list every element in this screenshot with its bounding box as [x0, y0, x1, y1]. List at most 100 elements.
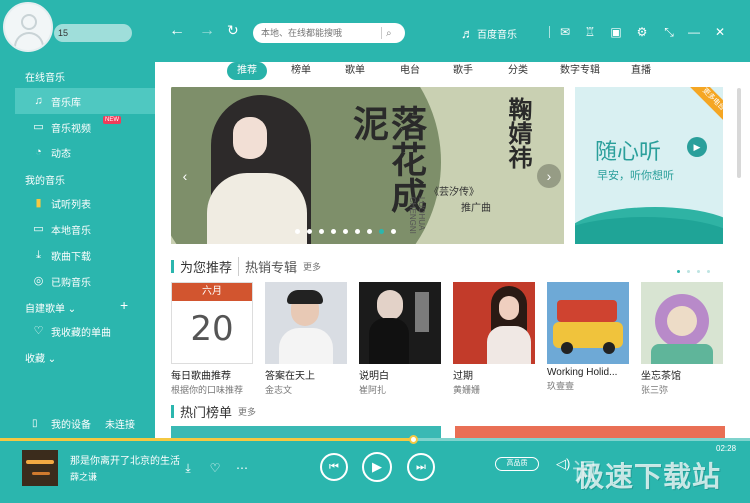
search-icon[interactable]: ⌕	[386, 28, 392, 39]
carousel-dot[interactable]	[391, 229, 396, 234]
more-icon[interactable]: ⋯	[234, 461, 250, 475]
sidebar-item-music-library[interactable]: ♫ 音乐库	[15, 88, 155, 114]
forward-button[interactable]: →	[199, 22, 215, 40]
more-link[interactable]: 更多	[238, 405, 256, 418]
progress-fill	[0, 438, 413, 441]
tab-digital-albums[interactable]: 数字专辑	[560, 62, 600, 80]
now-playing-artist[interactable]: 薛之谦	[70, 470, 97, 483]
user-name[interactable]: 15	[54, 24, 132, 42]
album-artist: 黄姗姗	[453, 385, 481, 395]
section-title[interactable]: 热销专辑	[238, 257, 297, 276]
page-dot[interactable]	[707, 270, 710, 273]
quality-select[interactable]: 高品质	[495, 457, 539, 471]
search-input[interactable]	[261, 28, 381, 38]
carousel-dots	[295, 229, 396, 234]
tab-playlists[interactable]: 歌单	[345, 62, 365, 80]
album-card[interactable]: 过期 黄姗姗	[453, 282, 535, 396]
add-playlist-button[interactable]: +	[120, 297, 128, 313]
album-card[interactable]: 坐忘茶馆 张三弥	[641, 282, 723, 396]
chevron-down-icon: ⌄	[47, 354, 57, 365]
tab-charts[interactable]: 榜单	[291, 62, 311, 80]
section-header-recommend: 为您推荐 热销专辑 更多	[171, 257, 321, 276]
section-accent	[171, 405, 174, 418]
sidebar-item-favorites[interactable]: ♡ 我收藏的单曲	[15, 318, 155, 344]
download-icon[interactable]: ⤓	[180, 461, 196, 476]
album-name: 每日歌曲推荐	[171, 371, 231, 382]
avatar[interactable]	[3, 2, 53, 52]
scrollbar[interactable]	[737, 88, 741, 178]
tab-categories[interactable]: 分类	[508, 62, 528, 80]
watermark: 极速下载站	[576, 460, 722, 493]
album-name: 坐忘茶馆	[641, 371, 681, 382]
page-dot[interactable]	[687, 270, 690, 273]
random-listen-banner[interactable]: 更多电台 随心听 ▶ 早安，听你想听	[575, 87, 723, 244]
chevron-right-icon[interactable]: ›	[537, 164, 561, 188]
divider	[549, 26, 550, 38]
banner-artist-name: 鞠婧祎	[504, 97, 533, 169]
my-device[interactable]: ▯ 我的设备 未连接	[15, 412, 155, 434]
section-self-playlists[interactable]: 自建歌单 ⌄	[25, 300, 76, 315]
sidebar-item-activity[interactable]: ◔ 动态	[15, 139, 155, 165]
section-title[interactable]: 为您推荐	[180, 257, 232, 276]
chart-card[interactable]	[455, 426, 725, 438]
daily-calendar-cover: 六月 20	[171, 282, 253, 364]
activity-icon: ◔	[35, 145, 42, 158]
sidebar-item-trial-list[interactable]: ▮ 试听列表	[15, 190, 155, 216]
section-collect-label: 收藏	[25, 354, 45, 365]
previous-button[interactable]: ⏮	[320, 453, 348, 481]
sidebar-item-label: 歌曲下载	[51, 251, 91, 263]
more-link[interactable]: 更多	[303, 260, 321, 273]
tab-radio[interactable]: 电台	[400, 62, 420, 80]
refresh-button[interactable]: ↻	[227, 22, 239, 39]
section-collect[interactable]: 收藏 ⌄	[25, 350, 56, 365]
section-title[interactable]: 热门榜单	[180, 402, 232, 421]
page-dot[interactable]	[697, 270, 700, 273]
gear-icon[interactable]: ⚙	[634, 24, 650, 40]
carousel-dot[interactable]	[379, 229, 384, 234]
minimize-icon[interactable]: —	[686, 24, 702, 40]
carousel-dot[interactable]	[307, 229, 312, 234]
sidebar-item-local-music[interactable]: ▭ 本地音乐	[15, 216, 155, 242]
carousel-dot[interactable]	[319, 229, 324, 234]
carousel-dot[interactable]	[355, 229, 360, 234]
back-button[interactable]: ←	[169, 22, 185, 40]
volume-icon[interactable]: ◁)	[556, 456, 570, 472]
progress-bar[interactable]	[0, 435, 750, 444]
toolbox-icon[interactable]: ▣	[608, 24, 624, 40]
calendar-day: 20	[190, 309, 234, 349]
tab-singers[interactable]: 歌手	[453, 62, 473, 80]
tab-live[interactable]: 直播	[631, 62, 651, 80]
banner-carousel[interactable]: 落花成泥 LUOHUA CHENGNI 鞠婧祎 《芸汐传》 推广曲 ‹ ›	[171, 87, 564, 244]
tab-recommend[interactable]: 推荐	[227, 62, 267, 80]
album-card[interactable]: 六月 20 每日歌曲推荐 根据你的口味推荐	[171, 282, 253, 396]
skin-icon[interactable]: ♖	[582, 24, 598, 40]
carousel-dot[interactable]	[343, 229, 348, 234]
sidebar-item-music-video[interactable]: ▭ 音乐视频 NEW	[15, 114, 155, 140]
album-name: 答案在天上	[265, 371, 315, 382]
play-icon[interactable]: ▶	[687, 137, 707, 157]
sidebar-item-purchased[interactable]: ◎ 已购音乐	[15, 268, 155, 294]
sidebar-item-downloads[interactable]: ⤓ 歌曲下载	[15, 242, 155, 268]
carousel-dot[interactable]	[295, 229, 300, 234]
play-time: 02:28	[716, 444, 737, 453]
purchased-icon: ◎	[33, 274, 44, 287]
page-dot[interactable]	[677, 270, 680, 273]
sidebar-item-label: 音乐视频	[51, 123, 91, 135]
now-playing-title[interactable]: 那是你离开了北京的生活	[70, 452, 180, 467]
now-playing-cover[interactable]	[22, 450, 58, 486]
close-icon[interactable]: ✕	[712, 24, 728, 40]
brand-logo[interactable]: ♬ 百度音乐	[461, 26, 517, 41]
mail-icon[interactable]: ✉	[557, 24, 573, 40]
chart-card[interactable]	[171, 426, 441, 438]
album-card[interactable]: 答案在天上 金志文	[265, 282, 347, 396]
next-button[interactable]: ⏭	[407, 453, 435, 481]
album-card[interactable]: 说明白 崔阿扎	[359, 282, 441, 396]
mini-mode-icon[interactable]: ⤡	[661, 24, 677, 40]
carousel-dot[interactable]	[367, 229, 372, 234]
carousel-dot[interactable]	[331, 229, 336, 234]
chevron-left-icon[interactable]: ‹	[173, 164, 197, 188]
album-card[interactable]: Working Holid... 玖壹壹	[547, 282, 629, 392]
play-button[interactable]: ▶	[362, 452, 392, 482]
heart-icon[interactable]: ♡	[207, 461, 223, 475]
progress-handle[interactable]	[408, 435, 418, 444]
